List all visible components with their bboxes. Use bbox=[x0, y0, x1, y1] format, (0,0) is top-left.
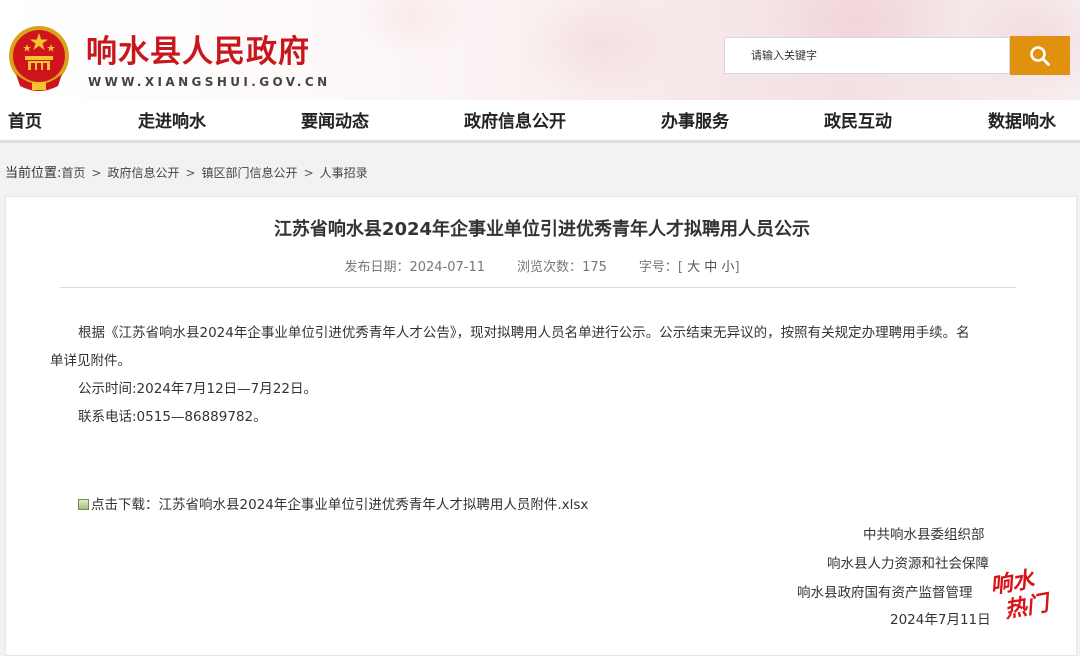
article-body-line: 单详见附件。 bbox=[50, 353, 131, 369]
breadcrumb: 当前位置:首页 > 政府信息公开 > 镇区部门信息公开 > 人事招录 bbox=[5, 162, 368, 181]
nav-item-gov-info[interactable]: 政府信息公开 bbox=[464, 107, 566, 132]
breadcrumb-lead: 当前位置: bbox=[5, 166, 62, 181]
font-size-label: 字号： bbox=[638, 260, 678, 275]
signature-org: 中共响水县委组织部 bbox=[863, 527, 985, 543]
font-size-bracket-close: ] bbox=[734, 260, 740, 275]
article-title: 江苏省响水县2024年企事业单位引进优秀青年人才拟聘用人员公示 bbox=[273, 219, 811, 240]
download-label: 点击下载： bbox=[91, 497, 159, 513]
site-header: 响水县人民政府 WWW.XIANGSHUI.GOV.CN bbox=[0, 0, 1080, 100]
spreadsheet-file-icon bbox=[78, 499, 89, 510]
font-size-medium-button[interactable]: 中 bbox=[704, 260, 717, 275]
breadcrumb-item-gov-info[interactable]: 政府信息公开 bbox=[107, 166, 179, 180]
signature-date: 2024年7月11日 bbox=[890, 612, 991, 628]
article-panel: 江苏省响水县2024年企事业单位引进优秀青年人才拟聘用人员公示 发布日期：202… bbox=[5, 196, 1077, 656]
site-title[interactable]: 响水县人民政府 bbox=[86, 26, 310, 71]
download-row: 点击下载：江苏省响水县2024年企事业单位引进优秀青年人才拟聘用人员附件.xls… bbox=[78, 493, 588, 513]
breadcrumb-item-recruitment[interactable]: 人事招录 bbox=[320, 166, 368, 180]
breadcrumb-separator: > bbox=[303, 166, 314, 180]
nav-item-news[interactable]: 要闻动态 bbox=[301, 107, 369, 132]
download-attachment-link[interactable]: 江苏省响水县2024年企事业单位引进优秀青年人才拟聘用人员附件.xlsx bbox=[159, 497, 589, 513]
site-domain: WWW.XIANGSHUI.GOV.CN bbox=[88, 75, 331, 89]
search-button[interactable] bbox=[1010, 36, 1070, 75]
breadcrumb-separator: > bbox=[91, 166, 102, 180]
breadcrumb-item-home[interactable]: 首页 bbox=[61, 166, 85, 180]
nav-item-about[interactable]: 走进响水 bbox=[138, 107, 206, 132]
search-input[interactable] bbox=[725, 38, 1001, 73]
nav-item-data[interactable]: 数据响水 bbox=[988, 107, 1056, 132]
font-size-large-button[interactable]: 大 bbox=[687, 260, 700, 275]
main-nav: 首页 走进响水 要闻动态 政府信息公开 办事服务 政民互动 数据响水 bbox=[0, 100, 1080, 143]
signature-org: 响水县人力资源和社会保障 bbox=[827, 556, 989, 572]
publish-date-label: 发布日期： bbox=[344, 260, 410, 275]
signature-org: 响水县政府国有资产监督管理 bbox=[797, 585, 973, 601]
national-emblem-icon bbox=[9, 26, 69, 91]
breadcrumb-item-dept-info[interactable]: 镇区部门信息公开 bbox=[202, 166, 298, 180]
view-count: 175 bbox=[582, 260, 607, 275]
nav-item-interaction[interactable]: 政民互动 bbox=[824, 107, 892, 132]
publish-date: 2024-07-11 bbox=[409, 260, 486, 275]
nav-item-services[interactable]: 办事服务 bbox=[661, 107, 729, 132]
search-box bbox=[724, 37, 1010, 74]
article-meta: 发布日期：2024-07-11 浏览次数：175 字号：[ 大 中 小] bbox=[6, 256, 1078, 275]
search-icon bbox=[1030, 45, 1050, 66]
view-count-label: 浏览次数： bbox=[517, 260, 583, 275]
title-divider bbox=[60, 287, 1016, 288]
font-size-small-button[interactable]: 小 bbox=[721, 260, 734, 275]
font-size-bracket-open: [ bbox=[677, 260, 683, 275]
blossom-decoration bbox=[350, 0, 470, 60]
breadcrumb-separator: > bbox=[185, 166, 196, 180]
blossom-decoration bbox=[520, 0, 680, 100]
contact-phone: 联系电话:0515—86889782。 bbox=[78, 409, 267, 425]
article-body-line: 根据《江苏省响水县2024年企事业单位引进优秀青年人才公告》，现对拟聘用人员名单… bbox=[78, 325, 970, 341]
nav-item-home[interactable]: 首页 bbox=[8, 107, 42, 132]
notice-period: 公示时间:2024年7月12日—7月22日。 bbox=[78, 381, 317, 397]
